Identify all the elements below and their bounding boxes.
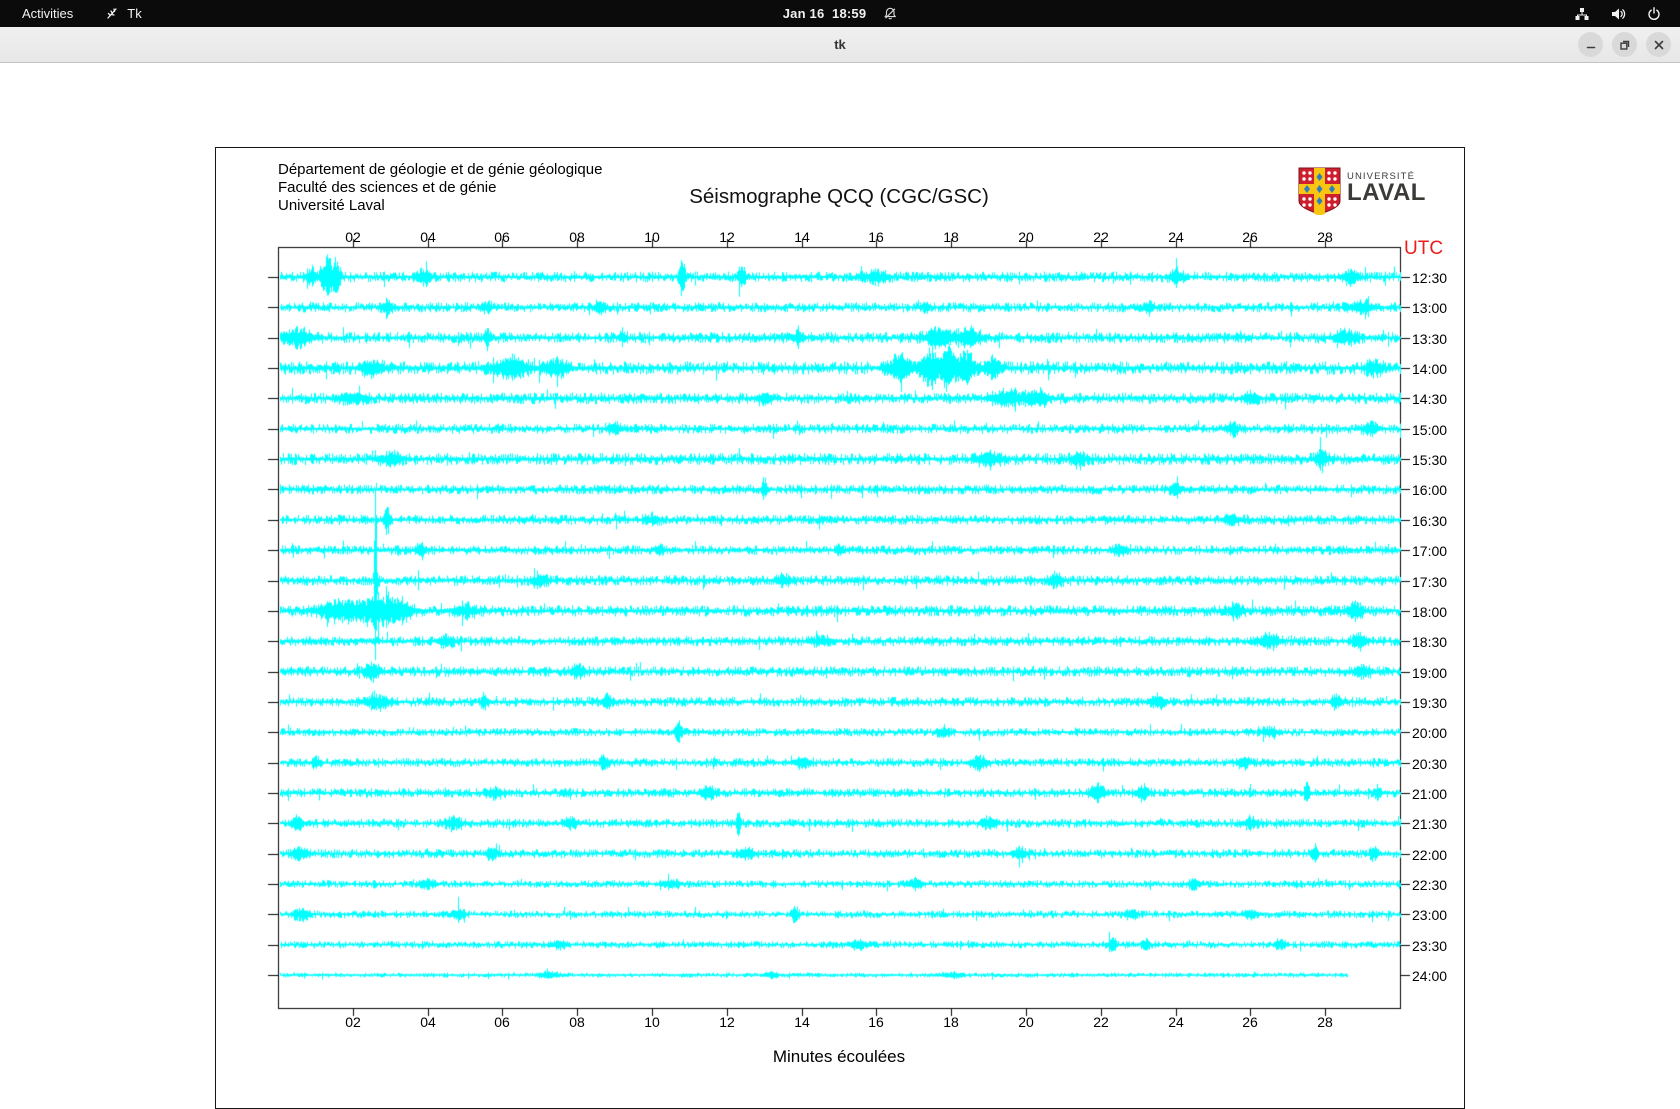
x-tick-label: 06	[494, 229, 510, 245]
x-tick-label: 04	[420, 1014, 436, 1030]
utc-time-label: 20:00	[1412, 724, 1448, 741]
institution-line-1: Département de géologie et de génie géol…	[278, 161, 603, 178]
utc-time-label: 12:30	[1412, 269, 1448, 286]
institution-line-3: Université Laval	[278, 197, 385, 214]
x-tick-label: 06	[494, 1014, 510, 1030]
logo-laval-text: LAVAL	[1347, 179, 1426, 206]
system-status-area[interactable]	[1574, 0, 1680, 27]
app-menu[interactable]: Tk	[105, 6, 142, 21]
x-tick-label: 16	[868, 1014, 884, 1030]
utc-time-label: 18:30	[1412, 633, 1448, 650]
x-tick-label: 14	[794, 1014, 810, 1030]
do-not-disturb-bell-icon	[882, 6, 897, 21]
x-tick-label: 12	[719, 229, 735, 245]
x-tick-label: 18	[943, 229, 959, 245]
x-tick-label: 26	[1242, 1014, 1258, 1030]
utc-time-label: 16:00	[1412, 481, 1448, 498]
utc-time-label: 17:00	[1412, 542, 1448, 559]
utc-axis-title: UTC	[1404, 238, 1444, 259]
x-tick-label: 08	[569, 229, 585, 245]
x-tick-label: 08	[569, 1014, 585, 1030]
x-tick-label: 28	[1317, 229, 1333, 245]
laval-logo: UNIVERSITÉ LAVAL	[1298, 167, 1426, 220]
institution-line-2: Faculté des sciences et de génie	[278, 179, 497, 196]
top-bar: Activities Tk Jan 16 18:59	[0, 0, 1680, 27]
x-tick-label: 26	[1242, 229, 1258, 245]
utc-time-label: 19:30	[1412, 694, 1448, 711]
institution-block: Département de géologie et de génie géol…	[278, 161, 602, 215]
close-button[interactable]	[1646, 32, 1671, 57]
x-tick-label: 22	[1093, 229, 1109, 245]
x-axis-title: Minutes écoulées	[772, 1047, 906, 1066]
app-menu-label: Tk	[127, 6, 142, 21]
x-tick-label: 10	[644, 1014, 660, 1030]
utc-time-label: 15:00	[1412, 421, 1448, 438]
x-tick-label: 04	[420, 229, 436, 245]
x-tick-label: 12	[719, 1014, 735, 1030]
utc-time-label: 16:30	[1412, 512, 1448, 529]
utc-time-label: 23:00	[1412, 906, 1448, 923]
network-wired-icon	[1574, 6, 1590, 22]
utc-time-label: 23:30	[1412, 937, 1448, 954]
x-tick-label: 24	[1168, 1014, 1184, 1030]
x-tick-label: 16	[868, 229, 884, 245]
window-title-bar[interactable]: tk	[0, 27, 1680, 63]
seismograph-card: Département de géologie et de génie géol…	[215, 147, 1465, 1109]
power-icon	[1646, 6, 1662, 22]
x-tick-label: 10	[644, 229, 660, 245]
plot-title: Séismographe QCQ (CGC/GSC)	[689, 185, 989, 208]
seismograph-canvas	[216, 148, 1464, 1108]
minimize-button[interactable]	[1578, 32, 1603, 57]
utc-time-label: 13:00	[1412, 299, 1448, 316]
clock[interactable]: Jan 16 18:59	[783, 6, 867, 21]
utc-time-label: 14:30	[1412, 390, 1448, 407]
x-tick-label: 20	[1018, 1014, 1034, 1030]
utc-time-label: 14:00	[1412, 360, 1448, 377]
maximize-button[interactable]	[1612, 32, 1637, 57]
tk-feather-icon	[105, 6, 120, 21]
x-tick-label: 22	[1093, 1014, 1109, 1030]
x-tick-label: 14	[794, 229, 810, 245]
utc-time-label: 15:30	[1412, 451, 1448, 468]
volume-icon	[1610, 6, 1626, 22]
utc-time-label: 20:30	[1412, 755, 1448, 772]
utc-time-label: 17:30	[1412, 573, 1448, 590]
x-tick-label: 18	[943, 1014, 959, 1030]
window-content: Département de géologie et de génie géol…	[0, 63, 1680, 1109]
utc-time-label: 13:30	[1412, 330, 1448, 347]
x-tick-label: 20	[1018, 229, 1034, 245]
laval-shield-icon	[1298, 167, 1341, 220]
utc-time-label: 22:30	[1412, 876, 1448, 893]
x-tick-label: 02	[345, 229, 361, 245]
activities-button[interactable]: Activities	[16, 4, 79, 23]
utc-time-label: 22:00	[1412, 846, 1448, 863]
utc-time-label: 21:00	[1412, 785, 1448, 802]
utc-time-label: 19:00	[1412, 664, 1448, 681]
window-title: tk	[834, 37, 846, 52]
utc-time-label: 21:30	[1412, 815, 1448, 832]
x-tick-label: 28	[1317, 1014, 1333, 1030]
utc-time-label: 24:00	[1412, 967, 1448, 984]
x-tick-label: 24	[1168, 229, 1184, 245]
utc-time-label: 18:00	[1412, 603, 1448, 620]
x-tick-label: 02	[345, 1014, 361, 1030]
